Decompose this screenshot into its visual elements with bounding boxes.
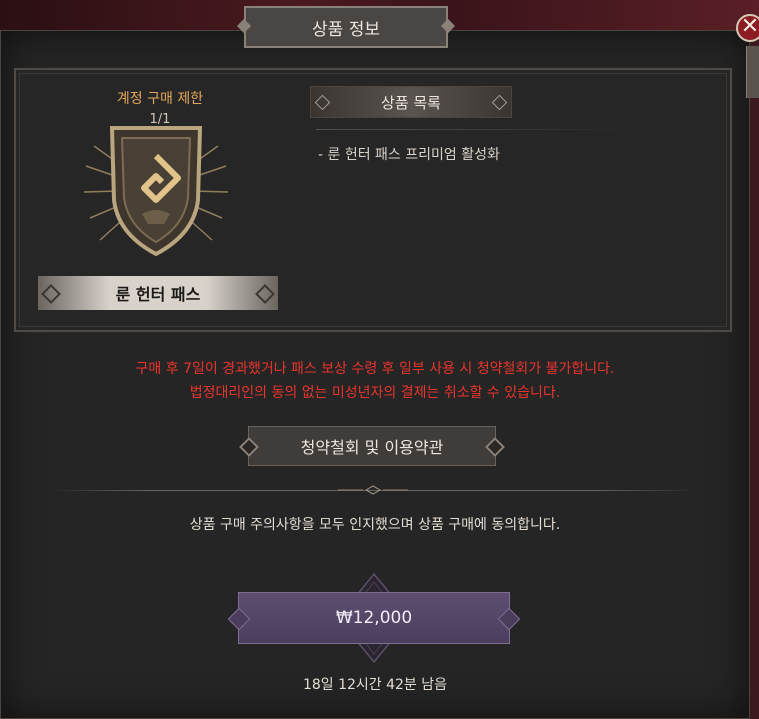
- rune-hunter-shield-icon: [83, 126, 229, 257]
- product-list-header: 상품 목록: [310, 86, 512, 118]
- remaining-time: 18일 12시간 42분 남음: [302, 677, 448, 693]
- side-tab[interactable]: [746, 46, 759, 98]
- close-button[interactable]: ✕: [736, 14, 759, 42]
- refund-warning: 구매 후 7일이 경과했거나 패스 보상 수령 후 일부 사용 시 청약철회가 …: [0, 357, 750, 405]
- divider-ornament-icon: [338, 485, 408, 495]
- panel-title-text: 상품 정보: [312, 19, 380, 40]
- product-name: 룬 헌터 패스: [115, 285, 201, 304]
- panel-title: 상품 정보: [244, 6, 448, 48]
- consent-text: 상품 구매 주의사항을 모두 인지했으며 상품 구매에 동의합니다.: [189, 517, 561, 533]
- warning-line: 법정대리인의 동의 없는 미성년자의 결제는 취소할 수 있습니다.: [189, 385, 561, 401]
- product-name-banner: 룬 헌터 패스: [38, 276, 278, 310]
- divider: [316, 129, 636, 130]
- product-list-header-text: 상품 목록: [381, 93, 441, 112]
- price-label: ₩12,000: [335, 608, 413, 628]
- purchase-limit-label: 계정 구매 제한: [116, 91, 204, 107]
- list-item: - 룬 헌터 패스 프리미엄 활성화: [318, 147, 500, 163]
- close-icon: ✕: [740, 14, 759, 39]
- terms-button-label: 청약철회 및 이용약관: [300, 438, 444, 457]
- terms-button[interactable]: 청약철회 및 이용약관: [248, 426, 496, 466]
- warning-line: 구매 후 7일이 경과했거나 패스 보상 수령 후 일부 사용 시 청약철회가 …: [135, 361, 615, 377]
- purchase-price-button[interactable]: ₩12,000: [238, 592, 510, 644]
